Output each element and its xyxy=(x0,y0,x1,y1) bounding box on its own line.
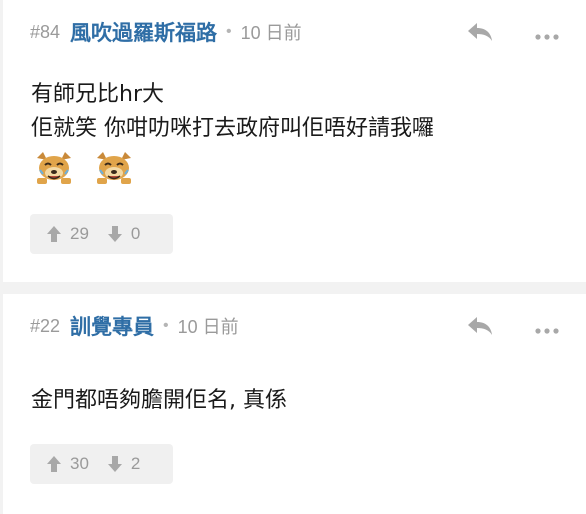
laughing-dog-emoji xyxy=(91,150,137,186)
vote-box: 29 0 xyxy=(30,214,173,254)
post-number: #84 xyxy=(30,21,61,42)
post-header: #84 風吹過羅斯福路 • 10 日前 xyxy=(30,16,560,48)
separator-dot: • xyxy=(226,23,232,40)
post-content: 有師兄比hr大 佢就笑 你咁叻咪打去政府叫佢唔好請我囉 xyxy=(31,78,566,146)
separator-dot: • xyxy=(163,317,169,334)
post-actions xyxy=(466,21,560,43)
username-link[interactable]: 訓覺專員 xyxy=(70,311,154,341)
content-line: 有師兄比hr大 xyxy=(31,82,164,107)
more-icon[interactable] xyxy=(534,322,560,334)
downvote-count: 2 xyxy=(130,454,141,473)
post-header: #22 訓覺專員 • 10 日前 xyxy=(30,310,560,342)
downvote-count: 0 xyxy=(130,224,141,243)
timestamp: 10 日前 xyxy=(240,23,302,43)
more-icon[interactable] xyxy=(534,28,560,40)
vote-box: 30 2 xyxy=(30,444,173,484)
reply-icon[interactable] xyxy=(466,21,494,43)
post-actions xyxy=(466,315,560,337)
thumb-up-arrow-icon xyxy=(46,225,62,243)
content-line: 金門都唔夠膽開佢名, 真係 xyxy=(31,388,287,413)
upvote-button[interactable]: 30 xyxy=(30,444,89,484)
upvote-count: 30 xyxy=(70,454,89,473)
post-card: #84 風吹過羅斯福路 • 10 日前 有師兄比hr大 佢就笑 你咁叻咪打去政府… xyxy=(3,0,586,282)
thread-list: #84 風吹過羅斯福路 • 10 日前 有師兄比hr大 佢就笑 你咁叻咪打去政府… xyxy=(0,0,586,514)
emoji-row xyxy=(31,150,137,186)
reply-icon[interactable] xyxy=(466,315,494,337)
content-line: 佢就笑 你咁叻咪打去政府叫佢唔好請我囉 xyxy=(31,116,434,141)
thumb-down-arrow-icon xyxy=(107,225,123,243)
post-card: #22 訓覺專員 • 10 日前 金門都唔夠膽開佢名, 真係 30 2 xyxy=(3,294,586,514)
laughing-dog-emoji xyxy=(31,150,77,186)
thumb-up-arrow-icon xyxy=(46,455,62,473)
post-number: #22 xyxy=(30,315,61,336)
timestamp: 10 日前 xyxy=(177,317,239,337)
upvote-button[interactable]: 29 xyxy=(30,214,89,254)
post-content: 金門都唔夠膽開佢名, 真係 xyxy=(31,384,566,418)
downvote-button[interactable]: 0 xyxy=(107,214,140,254)
upvote-count: 29 xyxy=(70,224,89,243)
username-link[interactable]: 風吹過羅斯福路 xyxy=(70,17,217,47)
thumb-down-arrow-icon xyxy=(107,455,123,473)
downvote-button[interactable]: 2 xyxy=(107,444,140,484)
